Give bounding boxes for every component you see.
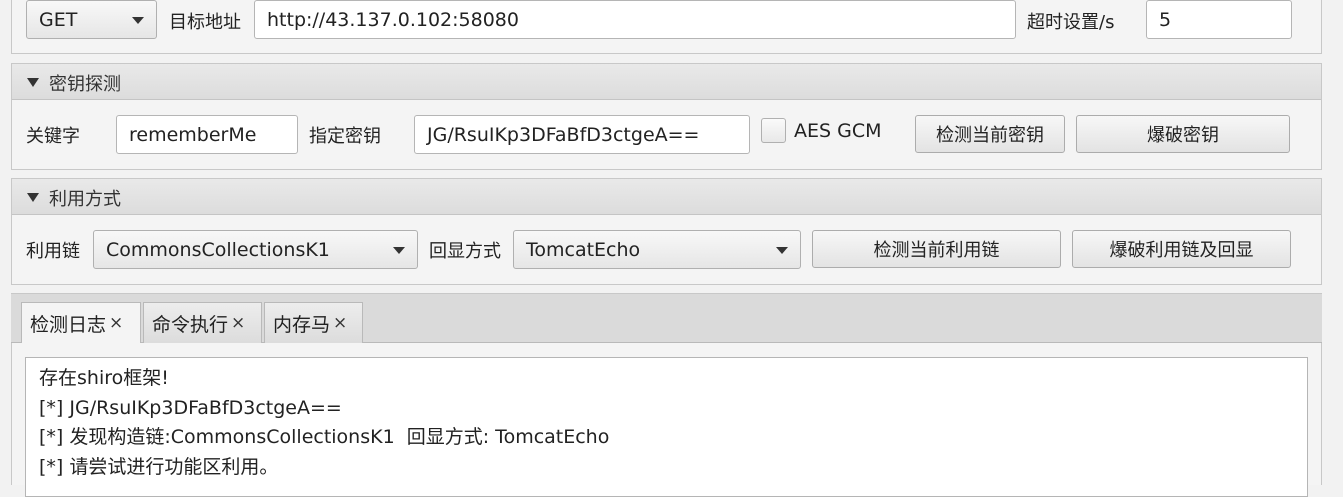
echo-select-value: TomcatEcho bbox=[526, 238, 641, 261]
brute-chain-button[interactable]: 爆破利用链及回显 bbox=[1072, 230, 1291, 268]
key-input[interactable]: JG/RsuIKp3DFaBfD3ctgeA== bbox=[414, 115, 750, 154]
target-url-input[interactable]: http://43.137.0.102:58080 bbox=[254, 0, 1016, 39]
collapse-triangle-icon bbox=[27, 78, 39, 87]
echo-select[interactable]: TomcatEcho bbox=[513, 230, 801, 269]
timeout-input[interactable]: 5 bbox=[1146, 0, 1292, 39]
tab-memory-shell[interactable]: 内存马 × bbox=[264, 302, 363, 343]
detect-chain-button-label: 检测当前利用链 bbox=[873, 240, 1000, 261]
aes-gcm-label: AES GCM bbox=[794, 120, 882, 142]
key-detection-titlebar[interactable]: 密钥探测 bbox=[12, 64, 1321, 100]
detect-chain-button[interactable]: 检测当前利用链 bbox=[812, 230, 1061, 268]
log-line: [*] 请尝试进行功能区利用。 bbox=[39, 455, 279, 478]
tab-detect-log[interactable]: 检测日志 × bbox=[21, 302, 141, 343]
method-select-value: GET bbox=[39, 8, 78, 31]
keyword-value: rememberMe bbox=[129, 123, 257, 146]
chevron-down-icon bbox=[132, 16, 144, 24]
key-detection-title: 密钥探测 bbox=[49, 74, 121, 95]
tab-detect-log-label: 检测日志 bbox=[30, 313, 107, 336]
log-line: [*] JG/RsuIKp3DFaBfD3ctgeA== bbox=[39, 396, 342, 419]
method-select[interactable]: GET bbox=[26, 0, 157, 39]
close-icon[interactable]: × bbox=[333, 313, 347, 333]
collapse-triangle-icon bbox=[27, 193, 39, 202]
keyword-input[interactable]: rememberMe bbox=[116, 115, 298, 154]
log-output[interactable]: 存在shiro框架! [*] JG/RsuIKp3DFaBfD3ctgeA== … bbox=[25, 357, 1308, 497]
log-line: [*] 发现构造链:CommonsCollectionsK1 回显方式: Tom… bbox=[39, 426, 610, 448]
exploit-titlebar[interactable]: 利用方式 bbox=[12, 179, 1321, 215]
tab-memory-shell-label: 内存马 bbox=[273, 313, 331, 336]
chain-select[interactable]: CommonsCollectionsK1 bbox=[93, 230, 418, 269]
aes-gcm-checkbox[interactable] bbox=[761, 118, 786, 143]
target-url-value: http://43.137.0.102:58080 bbox=[267, 8, 519, 31]
timeout-value: 5 bbox=[1159, 8, 1172, 31]
brute-key-button-label: 爆破密钥 bbox=[1147, 125, 1219, 146]
close-icon[interactable]: × bbox=[109, 313, 123, 333]
chevron-down-icon bbox=[393, 246, 405, 254]
timeout-label: 超时设置/s bbox=[1027, 12, 1115, 33]
detect-key-button-label: 检测当前密钥 bbox=[936, 125, 1044, 146]
chain-select-value: CommonsCollectionsK1 bbox=[106, 238, 330, 261]
detect-key-button[interactable]: 检测当前密钥 bbox=[915, 115, 1065, 153]
brute-key-button[interactable]: 爆破密钥 bbox=[1076, 115, 1290, 153]
target-url-label: 目标地址 bbox=[169, 12, 241, 33]
chevron-down-icon bbox=[776, 246, 788, 254]
tab-command-exec-label: 命令执行 bbox=[152, 313, 229, 336]
brute-chain-button-label: 爆破利用链及回显 bbox=[1109, 240, 1254, 261]
key-label: 指定密钥 bbox=[309, 126, 381, 147]
log-line: 存在shiro框架! bbox=[39, 367, 169, 389]
key-value: JG/RsuIKp3DFaBfD3ctgeA== bbox=[427, 123, 700, 146]
chain-label: 利用链 bbox=[26, 241, 80, 262]
tab-command-exec[interactable]: 命令执行 × bbox=[143, 302, 262, 343]
echo-label: 回显方式 bbox=[429, 241, 501, 262]
close-icon[interactable]: × bbox=[231, 313, 245, 333]
exploit-title: 利用方式 bbox=[49, 189, 121, 210]
keyword-label: 关键字 bbox=[26, 126, 80, 147]
